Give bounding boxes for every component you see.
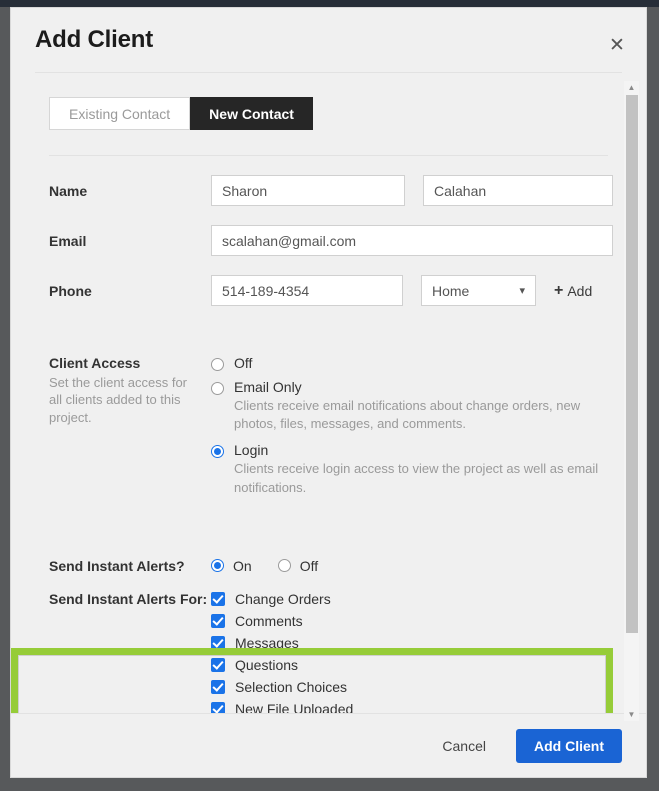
list-item[interactable]: Messages [211, 635, 367, 651]
radio-login-label: Login [234, 442, 269, 459]
last-name-input[interactable]: Calahan [423, 175, 613, 206]
checkbox-questions-label: Questions [235, 656, 299, 673]
tab-new-contact-label: New Contact [209, 105, 294, 122]
triangle-up-icon[interactable]: ▲ [624, 81, 639, 94]
instant-alerts-question-label: Send Instant Alerts? [49, 557, 185, 574]
radio-login-help: Clients receive login access to view the… [234, 461, 599, 495]
name-label: Name [49, 182, 88, 199]
close-icon[interactable]: ✕ [606, 34, 628, 56]
add-client-button[interactable]: Add Client [516, 728, 622, 763]
add-client-dialog: Add Client ✕ Existing Contact New Contac… [10, 7, 647, 778]
email-row: Email scalahan@gmail.com [49, 225, 622, 256]
triangle-down-icon[interactable]: ▼ [624, 708, 639, 721]
instant-alerts-section: Send Instant Alerts? On Off Send Instant… [35, 558, 622, 713]
name-row: Name Sharon Calahan [49, 175, 622, 206]
screen: Add Client ✕ Existing Contact New Contac… [0, 0, 659, 791]
alerts-on-option[interactable]: On [211, 558, 252, 574]
contact-type-tabs: Existing Contact New Contact [49, 97, 622, 130]
instant-alerts-for-row: Send Instant Alerts For: Change Orders C… [49, 591, 622, 713]
client-access-title: Client Access [49, 355, 141, 371]
cancel-button[interactable]: Cancel [434, 732, 494, 760]
radio-login-control[interactable] [211, 445, 224, 459]
email-label: Email [49, 232, 87, 249]
checkbox-new-file-uploaded-label: New File Uploaded [235, 700, 354, 713]
dialog-footer: Cancel Add Client [11, 713, 646, 777]
checkbox-messages[interactable] [211, 635, 225, 650]
checkbox-selection-choices[interactable] [211, 679, 225, 694]
instant-alerts-for-label: Send Instant Alerts For: [49, 590, 208, 607]
list-item[interactable]: Change Orders [211, 591, 367, 607]
alerts-off-option[interactable]: Off [277, 557, 319, 574]
list-item[interactable]: Comments [211, 613, 367, 629]
checkbox-selection-choices-label: Selection Choices [235, 678, 348, 695]
client-access-description: Set the client access for all clients ad… [49, 375, 188, 425]
checkbox-comments-label: Comments [235, 612, 303, 629]
radio-option-email-only[interactable]: Email Only [211, 379, 622, 395]
checkbox-new-file-uploaded[interactable] [211, 701, 225, 713]
phone-input[interactable]: 514-189-4354 [211, 275, 403, 306]
checkbox-change-orders-label: Change Orders [235, 590, 331, 607]
phone-type-value: Home [432, 282, 470, 299]
plus-icon: + [554, 281, 564, 299]
alerts-off-label: Off [299, 557, 319, 574]
radio-email-only-help: Clients receive email notifications abou… [234, 398, 581, 432]
body-scrollbar[interactable]: ▲ ▼ [624, 81, 639, 721]
add-phone-button[interactable]: + Add [554, 282, 592, 300]
contact-form: Name Sharon Calahan Email scalahan@gmail… [35, 175, 622, 306]
radio-off-control[interactable] [211, 358, 224, 371]
checkbox-messages-label: Messages [235, 634, 299, 651]
checkbox-questions[interactable] [211, 657, 225, 672]
modal-backdrop-bottom [0, 777, 659, 791]
phone-row: Phone 514-189-4354 Home ▾ + Add [49, 275, 622, 306]
alerts-on-label: On [233, 557, 252, 574]
page-title: Add Client [35, 26, 153, 53]
alerts-on-control[interactable] [211, 559, 224, 573]
tab-existing-contact-label: Existing Contact [69, 105, 171, 122]
radio-email-only-control[interactable] [211, 382, 224, 395]
alerts-off-control[interactable] [277, 559, 291, 573]
checkbox-comments[interactable] [211, 613, 225, 628]
radio-option-off[interactable]: Off [211, 355, 622, 371]
tabs-divider [49, 155, 608, 156]
scrollbar-thumb[interactable] [626, 95, 638, 633]
dialog-header: Add Client ✕ [11, 8, 646, 72]
chevron-down-icon: ▾ [519, 285, 525, 297]
client-access-section: Client Access Set the client access for … [11, 335, 622, 713]
app-top-bar [0, 0, 659, 7]
list-item[interactable]: Questions [211, 657, 367, 673]
tab-new-contact[interactable]: New Contact [190, 97, 313, 130]
modal-backdrop-right [645, 7, 659, 791]
add-phone-label: Add [567, 282, 593, 299]
phone-type-select[interactable]: Home ▾ [421, 275, 536, 306]
checkbox-change-orders[interactable] [211, 591, 225, 606]
radio-email-only-label: Email Only [234, 379, 302, 395]
client-access-options: Off Email Only Clients receive email not… [211, 355, 622, 506]
modal-backdrop-left [0, 7, 10, 791]
radio-option-login[interactable]: Login [211, 442, 622, 459]
instant-alerts-checkbox-list: Change Orders Comments Messages Question… [211, 591, 367, 713]
radio-off-label: Off [234, 355, 253, 371]
client-access-info: Client Access Set the client access for … [49, 355, 211, 506]
instant-alerts-toggle-row: Send Instant Alerts? On Off [49, 558, 622, 574]
dialog-body: Existing Contact New Contact Name Sharon… [11, 73, 646, 713]
list-item[interactable]: Selection Choices [211, 679, 367, 695]
phone-label: Phone [49, 282, 92, 299]
email-field[interactable]: scalahan@gmail.com [211, 225, 613, 256]
list-item[interactable]: New File Uploaded [211, 701, 367, 713]
first-name-input[interactable]: Sharon [211, 175, 405, 206]
tab-existing-contact[interactable]: Existing Contact [49, 97, 191, 130]
